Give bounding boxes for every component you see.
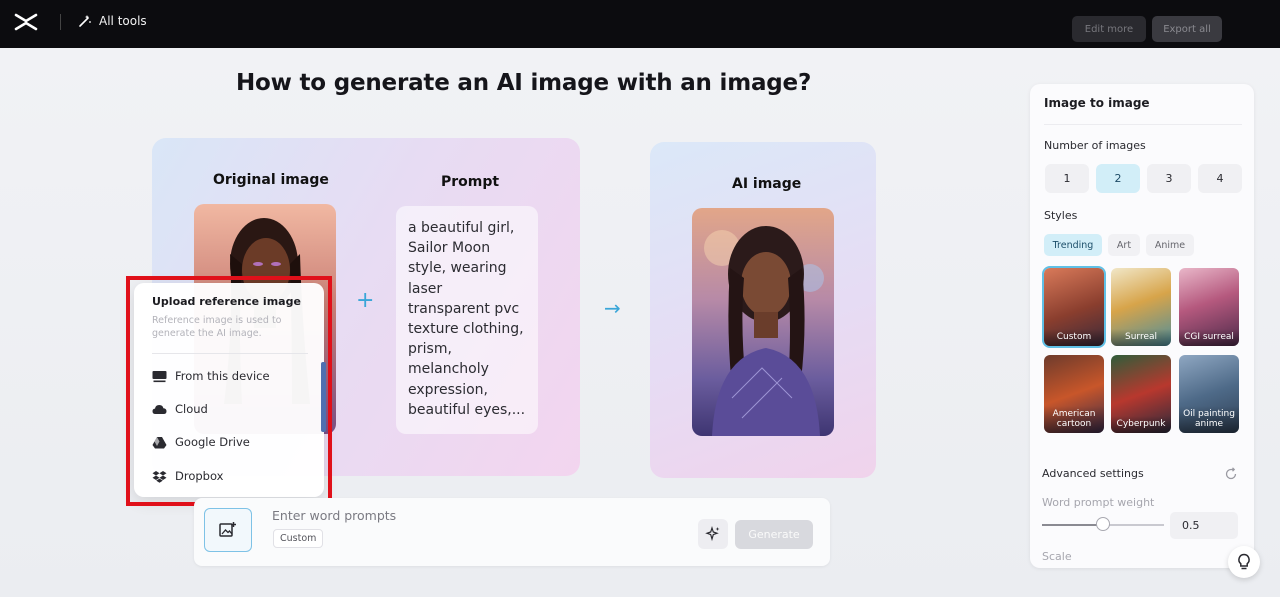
upload-reference-popup: Upload reference image Reference image i… <box>134 283 324 497</box>
style-surreal[interactable]: Surreal <box>1111 268 1171 346</box>
style-cyberpunk[interactable]: Cyberpunk <box>1111 355 1171 433</box>
all-tools-button[interactable]: All tools <box>78 14 147 28</box>
dropbox-icon <box>152 470 167 483</box>
style-caption: Oil painting anime <box>1179 406 1239 433</box>
magic-prompt-button[interactable] <box>698 519 728 549</box>
prompt-weight-slider-handle[interactable] <box>1096 517 1110 531</box>
style-caption: Custom <box>1044 329 1104 346</box>
prompt-weight-value[interactable]: 0.5 <box>1170 512 1238 539</box>
prompt-input[interactable] <box>272 508 652 523</box>
style-custom[interactable]: Custom <box>1044 268 1104 346</box>
topbar-divider <box>60 14 61 30</box>
add-reference-image-button[interactable] <box>204 508 252 552</box>
upload-item-label: Google Drive <box>175 435 250 449</box>
upload-popup-description: Reference image is used to generate the … <box>152 315 282 339</box>
advanced-settings-label: Advanced settings <box>1042 467 1144 480</box>
add-image-icon <box>219 522 236 537</box>
export-all-button[interactable]: Export all <box>1152 16 1222 42</box>
style-american-cartoon[interactable]: American cartoon <box>1044 355 1104 433</box>
prompt-bar: Custom Generate <box>194 498 830 566</box>
top-bar: All tools Edit more Export all <box>0 0 1280 48</box>
cloud-icon <box>152 404 167 414</box>
all-tools-label: All tools <box>99 14 147 28</box>
plus-icon: + <box>356 288 375 313</box>
panel-title: Image to image <box>1044 96 1150 110</box>
image-to-image-panel: Image to image Number of images 1 2 3 4 … <box>1030 84 1254 568</box>
number-option-3[interactable]: 3 <box>1147 164 1191 193</box>
number-of-images-label: Number of images <box>1044 139 1146 152</box>
example-prompt-text: a beautiful girl, Sailor Moon style, wea… <box>396 206 538 434</box>
style-cgi-surreal[interactable]: CGI surreal <box>1179 268 1239 346</box>
upload-popup-divider <box>152 353 308 354</box>
magic-wand-icon <box>79 15 91 27</box>
word-prompt-weight-label: Word prompt weight <box>1042 496 1155 509</box>
style-caption: American cartoon <box>1044 406 1104 433</box>
reset-icon[interactable] <box>1224 467 1238 481</box>
sparkle-icon <box>705 526 720 542</box>
prompt-label: Prompt <box>441 174 500 190</box>
panel-divider <box>1044 124 1242 125</box>
generate-button[interactable]: Generate <box>735 520 813 549</box>
styles-label: Styles <box>1044 209 1078 222</box>
number-option-2[interactable]: 2 <box>1096 164 1140 193</box>
style-caption: CGI surreal <box>1179 329 1239 346</box>
style-caption: Cyberpunk <box>1111 416 1171 433</box>
number-option-4[interactable]: 4 <box>1198 164 1242 193</box>
upload-from-cloud[interactable]: Cloud <box>152 402 208 416</box>
style-caption: Surreal <box>1111 329 1171 346</box>
upload-item-label: Dropbox <box>175 469 224 483</box>
upload-item-label: From this device <box>175 369 270 383</box>
style-oil-painting-anime[interactable]: Oil painting anime <box>1179 355 1239 433</box>
upload-from-google-drive[interactable]: Google Drive <box>152 435 250 449</box>
number-option-1[interactable]: 1 <box>1045 164 1089 193</box>
monitor-icon <box>152 370 167 382</box>
upload-from-device[interactable]: From this device <box>152 369 270 383</box>
original-image-label: Original image <box>213 172 329 188</box>
lightbulb-icon <box>1238 553 1250 570</box>
upload-popup-title: Upload reference image <box>152 295 301 308</box>
ai-image-label: AI image <box>732 176 802 192</box>
prompt-weight-slider-fill <box>1042 524 1103 526</box>
tab-trending[interactable]: Trending <box>1044 234 1102 256</box>
popup-scrollbar[interactable] <box>321 362 326 432</box>
help-button[interactable] <box>1228 546 1260 578</box>
scale-label: Scale <box>1042 550 1072 563</box>
upload-item-label: Cloud <box>175 402 208 416</box>
arrow-right-icon: → <box>604 296 621 320</box>
edit-more-button[interactable]: Edit more <box>1072 16 1146 42</box>
tab-art[interactable]: Art <box>1108 234 1140 256</box>
page-heading: How to generate an AI image with an imag… <box>236 70 812 96</box>
tab-anime[interactable]: Anime <box>1146 234 1194 256</box>
google-drive-icon <box>152 436 167 448</box>
style-chip[interactable]: Custom <box>273 529 324 548</box>
capcut-logo-icon[interactable] <box>14 12 38 32</box>
upload-from-dropbox[interactable]: Dropbox <box>152 469 223 483</box>
ai-generated-image <box>692 208 834 436</box>
